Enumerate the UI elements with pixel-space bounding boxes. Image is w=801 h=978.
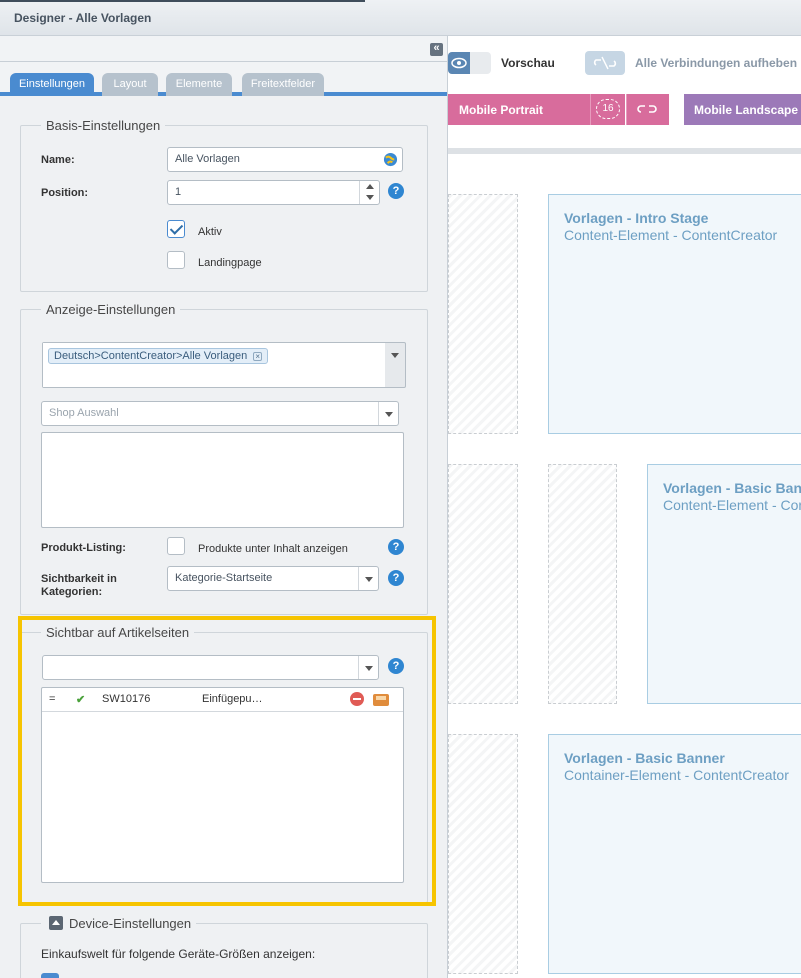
article-help-icon[interactable]: ? — [388, 658, 404, 674]
visibility-value: Kategorie-Startseite — [175, 572, 273, 584]
canvas-element-card[interactable]: Vorlagen - Basic Banner Content-Element … — [647, 464, 801, 704]
shop-placeholder: Shop Auswahl — [49, 407, 119, 419]
article-search-select[interactable] — [42, 655, 379, 680]
tab-bar: Einstellungen Layout Elemente Freitextfe… — [0, 62, 447, 96]
name-input[interactable]: Alle Vorlagen — [167, 147, 403, 172]
name-value: Alle Vorlagen — [175, 153, 240, 165]
display-settings-legend: Anzeige-Einstellungen — [46, 302, 176, 317]
landingpage-label: Landingpage — [198, 257, 262, 269]
link-icon — [637, 105, 657, 113]
collapse-panel-button[interactable]: « — [430, 43, 443, 56]
tab-freitextfelder[interactable]: Freitextfelder — [242, 73, 324, 96]
window-title: Designer - Alle Vorlagen — [14, 11, 152, 25]
product-listing-checkbox[interactable] — [167, 537, 185, 555]
active-check-icon: ✔ — [76, 694, 86, 706]
empty-grid-cell[interactable] — [548, 464, 617, 704]
device-mobile-portrait[interactable]: Mobile Portrait — [448, 94, 590, 125]
device-portrait-count: 16 — [590, 94, 625, 125]
shop-dropdown-arrow-icon[interactable] — [378, 402, 398, 425]
position-value: 1 — [175, 186, 182, 198]
globe-icon[interactable] — [383, 152, 398, 167]
canvas-element-card[interactable]: Vorlagen - Basic Banner Container-Elemen… — [548, 734, 801, 974]
designer-canvas: Vorschau Alle Verbindungen aufheben Mobi… — [448, 36, 801, 978]
eye-icon — [451, 57, 467, 69]
table-row[interactable]: = ✔ SW10176 Einfügepu… — [42, 688, 403, 712]
preview-toggle[interactable] — [448, 52, 491, 74]
window-titlebar: Designer - Alle Vorlagen — [0, 0, 801, 36]
visibility-label: Sichtbarkeit in Kategorien: — [41, 573, 117, 598]
category-tag: Deutsch>ContentCreator>Alle Vorlagen × — [48, 348, 269, 364]
basis-settings-legend: Basis-Einstellungen — [46, 118, 161, 133]
tab-einstellungen[interactable]: Einstellungen — [10, 73, 94, 96]
product-listing-help-icon[interactable]: ? — [388, 539, 404, 555]
stepper-down-icon[interactable] — [366, 195, 374, 200]
unlink-icon — [593, 56, 617, 70]
remove-tag-icon[interactable]: × — [253, 352, 263, 361]
article-dropdown-arrow-icon[interactable] — [358, 656, 378, 679]
device-portrait-link-button[interactable] — [626, 94, 669, 125]
panel-header: « — [0, 36, 447, 62]
collapse-section-icon[interactable] — [49, 916, 63, 930]
disconnect-all-label[interactable]: Alle Verbindungen aufheben — [635, 56, 797, 70]
device-mobile-landscape[interactable]: Mobile Landscape — [684, 94, 801, 125]
canvas-element-card[interactable]: Vorlagen - Intro Stage Content-Element -… — [548, 194, 801, 434]
remove-icon[interactable] — [350, 692, 364, 706]
card-title: Vorlagen - Basic Banner — [663, 480, 801, 496]
shop-list[interactable] — [41, 432, 404, 528]
settings-panel: « Einstellungen Layout Elemente Freitext… — [0, 36, 448, 978]
device-bar: Mobile Portrait 16 Mobile Landscape — [448, 94, 801, 126]
position-stepper[interactable]: 1 — [167, 180, 380, 205]
category-dropdown-arrow-icon[interactable] — [385, 343, 405, 367]
tab-layout[interactable]: Layout — [102, 73, 158, 96]
disconnect-all-button[interactable] — [585, 51, 625, 75]
empty-grid-cell[interactable] — [448, 734, 518, 974]
shop-select[interactable]: Shop Auswahl — [41, 401, 399, 426]
stepper-arrows[interactable] — [359, 181, 379, 204]
product-listing-checkbox-label: Produkte unter Inhalt anzeigen — [198, 543, 348, 555]
product-listing-label: Produkt-Listing: — [41, 542, 126, 554]
empty-grid-cell[interactable] — [448, 194, 518, 434]
device-settings-description: Einkaufswelt für folgende Geräte-Größen … — [41, 947, 316, 961]
aktiv-label: Aktiv — [198, 226, 222, 238]
device-checkbox[interactable] — [41, 973, 59, 978]
tab-elemente[interactable]: Elemente — [166, 73, 232, 96]
landingpage-checkbox[interactable] — [167, 251, 185, 269]
category-select[interactable]: Deutsch>ContentCreator>Alle Vorlagen × — [42, 342, 406, 388]
portrait-count-badge: 16 — [596, 99, 620, 119]
visibility-select[interactable]: Kategorie-Startseite — [167, 566, 379, 591]
preview-label[interactable]: Vorschau — [501, 56, 555, 70]
aktiv-checkbox[interactable] — [167, 220, 185, 238]
device-settings-legend: Device-Einstellungen — [69, 916, 192, 931]
canvas-separator — [448, 148, 801, 154]
card-subtitle: Content-Element - ContentCreator — [663, 497, 801, 513]
drag-handle-icon[interactable]: = — [49, 693, 55, 705]
article-name: Einfügepu… — [202, 693, 263, 705]
visibility-dropdown-arrow-icon[interactable] — [358, 567, 378, 590]
title-accent-line — [0, 0, 365, 2]
position-help-icon[interactable]: ? — [388, 183, 404, 199]
article-number: SW10176 — [102, 693, 151, 705]
card-subtitle: Container-Element - ContentCreator — [564, 767, 789, 783]
card-title: Vorlagen - Basic Banner — [564, 750, 725, 766]
position-label: Position: — [41, 187, 89, 199]
empty-grid-cell[interactable] — [448, 464, 518, 704]
card-subtitle: Content-Element - ContentCreator — [564, 227, 778, 243]
name-label: Name: — [41, 154, 75, 166]
article-list — [41, 687, 404, 883]
visibility-help-icon[interactable]: ? — [388, 570, 404, 586]
card-title: Vorlagen - Intro Stage — [564, 210, 709, 226]
stepper-up-icon[interactable] — [366, 184, 374, 189]
category-tag-label: Deutsch>ContentCreator>Alle Vorlagen — [54, 350, 248, 362]
canvas-toolbar: Vorschau Alle Verbindungen aufheben — [448, 36, 801, 92]
inbox-icon[interactable] — [373, 694, 389, 706]
